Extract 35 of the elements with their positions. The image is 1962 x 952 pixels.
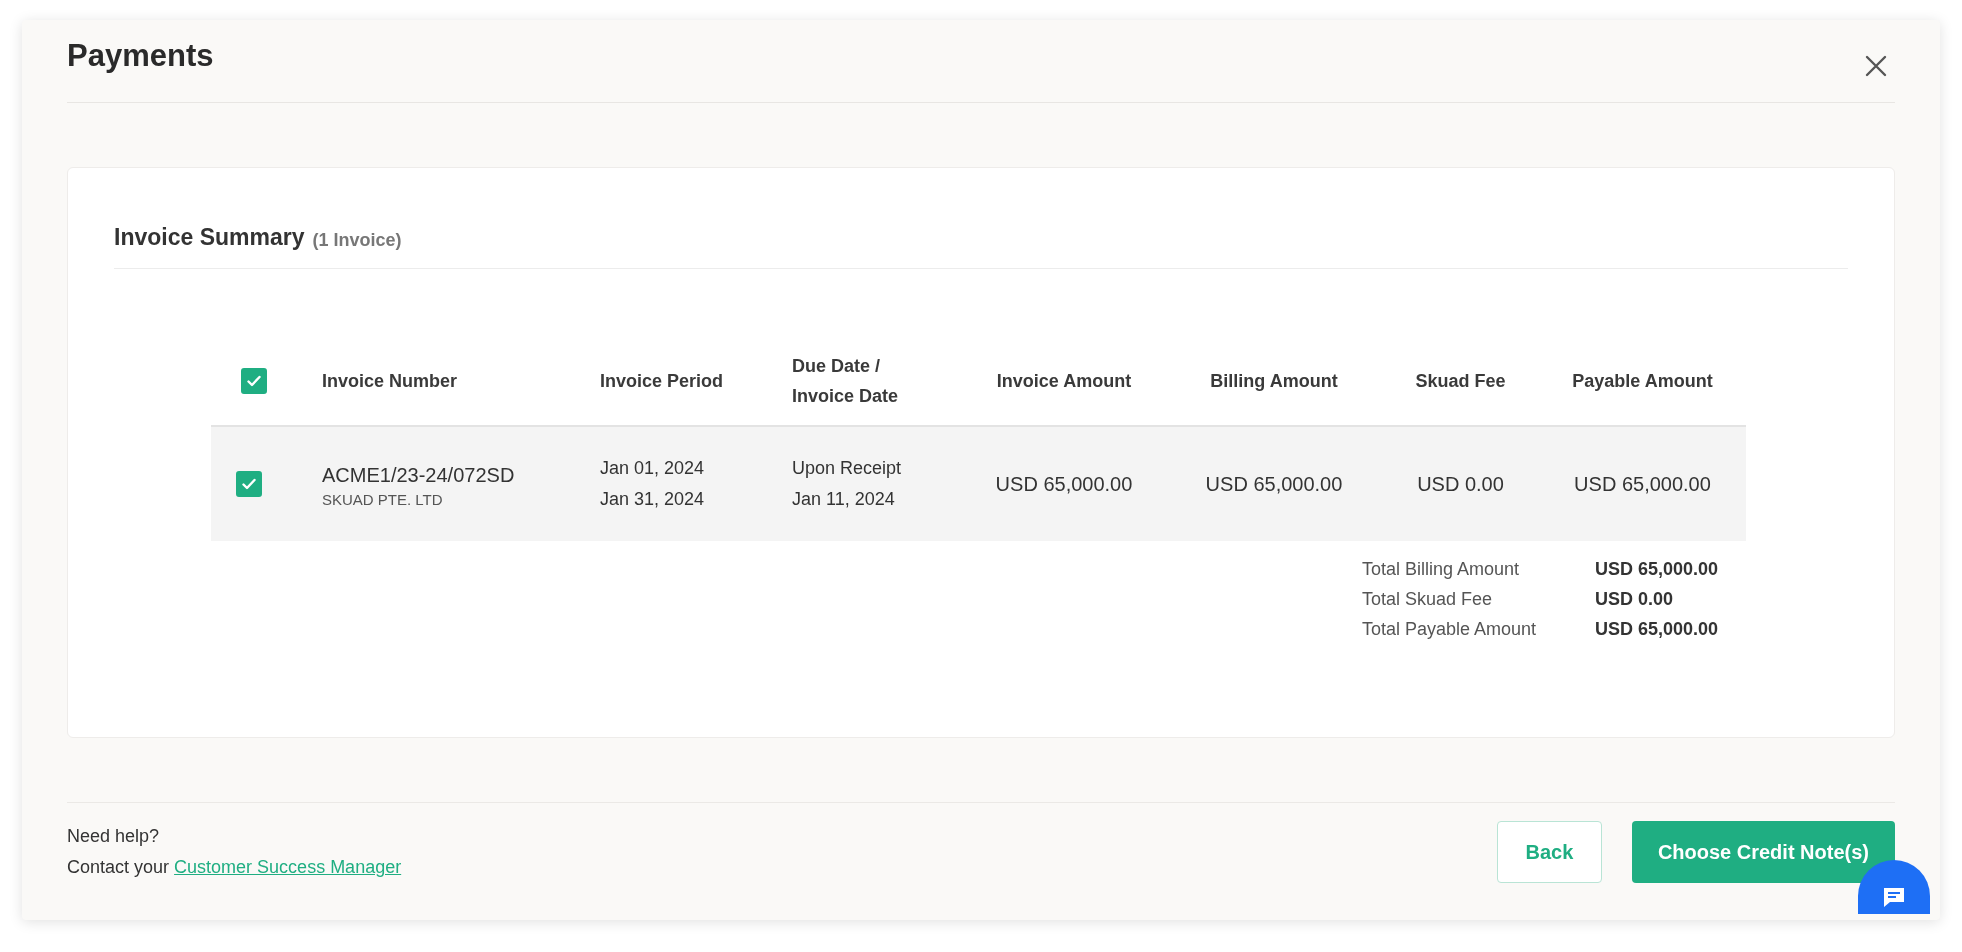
amount-cell-text: USD 65,000.00 [1573,471,1712,497]
period-start: Jan 01, 2024 [600,457,706,480]
column-header: Invoice Period [600,370,725,393]
column-header: Billing Amount [1209,370,1339,393]
invoice-count: (1 Invoice) [312,230,402,251]
column-header: Due Date / Invoice Date [792,355,900,408]
total-value: USD 65,000.00 [1595,559,1720,580]
column-header: Invoice Amount [995,370,1133,393]
entity-name: SKUAD PTE. LTD [322,491,444,508]
checkbox[interactable] [241,368,267,394]
column-header: Invoice Number [322,370,459,393]
modal-title: Payments [67,38,214,74]
section-heading: Invoice Summary [114,224,305,251]
column-header: Payable Amount [1571,370,1714,393]
contact-link[interactable]: Customer Success Manager [174,857,402,877]
checkbox[interactable] [236,471,262,497]
total-label: Total Payable Amount [1362,619,1538,640]
amount-cell-text: USD 65,000.00 [1204,471,1344,497]
chat-icon [1882,886,1906,908]
invoice-number: ACME1/23-24/072SD [322,463,516,488]
invoice-date: Jan 11, 2024 [792,488,896,511]
period-end: Jan 31, 2024 [600,488,706,511]
close-icon[interactable] [1865,55,1887,77]
back-button[interactable]: Back [1496,821,1602,883]
help-text: Need help? [67,825,161,848]
total-label: Total Billing Amount [1362,559,1521,580]
total-value: USD 0.00 [1595,589,1675,610]
total-value: USD 65,000.00 [1595,619,1720,640]
total-label: Total Skuad Fee [1362,589,1494,610]
amount-cell-text: USD 0.00 [1416,471,1505,497]
amount-cell-text: USD 65,000.00 [994,471,1134,497]
choose-credit-notes-button[interactable]: Choose Credit Note(s) [1631,821,1895,883]
column-header: Skuad Fee [1414,370,1507,393]
contact-text: Contact your Customer Success Manager [67,856,402,879]
due-date: Upon Receipt [792,457,903,480]
